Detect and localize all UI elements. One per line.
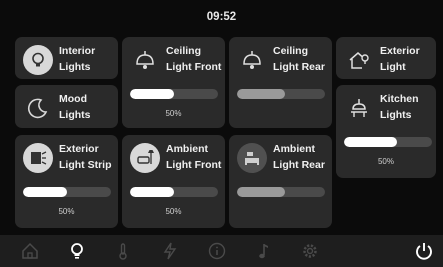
tile-ceiling-light-rear[interactable]: Ceiling Light Rear	[229, 37, 332, 128]
slider-fill	[130, 187, 174, 197]
tile-label: Ceiling Light Front	[166, 45, 222, 73]
info-icon[interactable]	[204, 238, 230, 264]
bottom-nav	[0, 235, 443, 267]
tile-ceiling-light-front[interactable]: Ceiling Light Front 50%	[122, 37, 225, 128]
brightness-slider[interactable]	[237, 187, 325, 197]
tile-exterior-light-strip[interactable]: Exterior Light Strip 50%	[15, 135, 118, 228]
tile-mood-lights[interactable]: Mood Lights	[15, 85, 118, 128]
slider-fill	[237, 187, 286, 197]
brightness-percent: 50%	[165, 109, 182, 118]
tile-label: Exterior Light	[380, 45, 420, 73]
tile-label: Ambient Light Rear	[273, 143, 325, 171]
tile-label: Kitchen Lights	[380, 93, 419, 121]
thermometer-icon[interactable]	[110, 238, 136, 264]
tile-label: Mood Lights	[59, 93, 91, 121]
slider-fill	[23, 187, 67, 197]
brightness-percent: 50%	[58, 207, 75, 216]
bed-lamp-icon	[237, 143, 267, 173]
pendant-lamp-icon	[344, 93, 374, 123]
lightbulb-icon[interactable]	[64, 238, 90, 264]
tile-label: Ceiling Light Rear	[273, 45, 325, 73]
power-icon[interactable]	[411, 238, 437, 264]
home-icon[interactable]	[17, 238, 43, 264]
brightness-slider[interactable]	[130, 187, 218, 197]
armchair-lamp-icon	[130, 143, 160, 173]
brightness-slider[interactable]	[130, 89, 218, 99]
tile-label: Ambient Light Front	[166, 143, 222, 171]
tile-label: Interior Lights	[59, 45, 96, 73]
brightness-slider[interactable]	[344, 137, 432, 147]
slider-fill	[130, 89, 174, 99]
brightness-slider[interactable]	[23, 187, 111, 197]
gear-icon[interactable]	[297, 238, 323, 264]
tile-kitchen-lights[interactable]: Kitchen Lights 50%	[336, 85, 436, 178]
ceiling-lamp-icon	[237, 45, 267, 75]
light-strip-icon	[23, 143, 53, 173]
slider-fill	[237, 89, 286, 99]
tile-exterior-light[interactable]: Exterior Light	[336, 37, 436, 79]
music-note-icon[interactable]	[250, 238, 276, 264]
clock: 09:52	[206, 11, 237, 23]
status-bar: 09:52	[0, 0, 443, 34]
house-bulb-icon	[344, 45, 374, 75]
tile-interior-lights[interactable]: Interior Lights	[15, 37, 118, 79]
brightness-percent: 50%	[165, 207, 182, 216]
tile-label: Exterior Light Strip	[59, 143, 112, 171]
lights-screen: 09:52 Interior Lights Mood Lights Exteri…	[0, 0, 443, 267]
tile-ambient-light-front[interactable]: Ambient Light Front 50%	[122, 135, 225, 228]
tile-ambient-light-rear[interactable]: Ambient Light Rear	[229, 135, 332, 228]
ceiling-lamp-icon	[130, 45, 160, 75]
lightning-icon[interactable]	[157, 238, 183, 264]
bulb-icon	[23, 45, 53, 75]
brightness-slider[interactable]	[237, 89, 325, 99]
slider-fill	[344, 137, 397, 147]
brightness-percent: 50%	[377, 157, 394, 166]
moon-icon	[23, 93, 53, 123]
